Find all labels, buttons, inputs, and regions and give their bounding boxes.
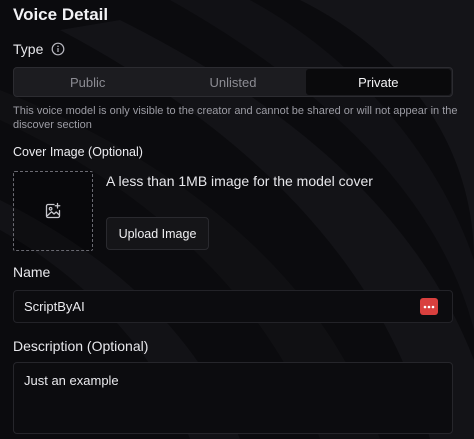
description-label: Description (Optional) bbox=[13, 338, 149, 354]
type-label: Type bbox=[13, 41, 44, 57]
more-dots-icon[interactable] bbox=[420, 298, 438, 315]
visibility-note: This voice model is only visible to the … bbox=[13, 105, 458, 131]
type-option-private[interactable]: Private bbox=[305, 69, 451, 95]
description-textarea[interactable]: Just an example bbox=[13, 362, 453, 434]
type-option-unlisted[interactable]: Unlisted bbox=[160, 69, 305, 95]
name-label: Name bbox=[13, 264, 51, 280]
type-option-public[interactable]: Public bbox=[15, 69, 160, 95]
type-row: Type bbox=[13, 41, 65, 57]
image-add-icon bbox=[44, 202, 62, 220]
voice-detail-form: Voice Detail Type Public Unlisted Privat… bbox=[0, 0, 474, 439]
upload-image-button[interactable]: Upload Image bbox=[106, 217, 209, 250]
type-segmented-control: Public Unlisted Private bbox=[13, 67, 453, 97]
description-value: Just an example bbox=[24, 373, 119, 388]
page-title: Voice Detail bbox=[13, 5, 109, 24]
cover-image-label: Cover Image (Optional) bbox=[13, 145, 143, 159]
name-input-value: ScriptByAI bbox=[24, 299, 85, 314]
name-input[interactable]: ScriptByAI bbox=[13, 290, 453, 323]
cover-image-hint: A less than 1MB image for the model cove… bbox=[106, 173, 373, 189]
cover-image-dropzone[interactable] bbox=[13, 171, 93, 251]
info-circle-icon[interactable] bbox=[51, 42, 65, 56]
